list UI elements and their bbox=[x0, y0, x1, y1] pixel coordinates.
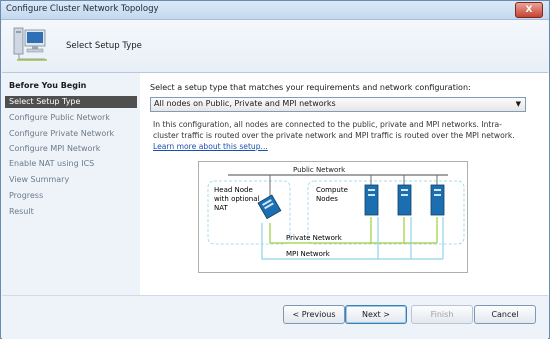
private-network-label: Private Network bbox=[286, 234, 343, 242]
step-progress[interactable]: Progress bbox=[5, 190, 137, 202]
step-configure-public-network[interactable]: Configure Public Network bbox=[5, 112, 137, 124]
compute-nodes-label-line2: Nodes bbox=[316, 195, 338, 203]
setup-type-prompt: Select a setup type that matches your re… bbox=[150, 83, 471, 92]
compute-node-server-icon bbox=[364, 184, 379, 216]
page-title: Select Setup Type bbox=[66, 41, 142, 51]
network-topology-diagram: Public Network Head Node with optional N… bbox=[198, 161, 468, 273]
main-panel: Select a setup type that matches your re… bbox=[140, 73, 549, 295]
step-before-you-begin[interactable]: Before You Begin bbox=[5, 80, 137, 92]
wizard-steps-sidebar: Before You Begin Select Setup Type Confi… bbox=[2, 73, 139, 295]
setup-type-dropdown[interactable]: All nodes on Public, Private and MPI net… bbox=[150, 97, 526, 112]
step-configure-private-network[interactable]: Configure Private Network bbox=[5, 128, 137, 140]
compute-node-server-icon bbox=[430, 184, 445, 216]
next-button[interactable]: Next > bbox=[345, 305, 407, 324]
wizard-window: Configure Cluster Network Topology X Sel… bbox=[0, 0, 550, 339]
learn-more-link[interactable]: Learn more about this setup... bbox=[153, 142, 268, 151]
chevron-down-icon: ▼ bbox=[515, 100, 521, 108]
description-text: In this configuration, all nodes are con… bbox=[153, 120, 515, 140]
setup-description: In this configuration, all nodes are con… bbox=[153, 119, 521, 152]
head-node-label-line1: Head Node bbox=[214, 186, 253, 194]
head-node-label-line2: with optional bbox=[214, 195, 260, 203]
cancel-button[interactable]: Cancel bbox=[474, 305, 536, 324]
step-enable-nat[interactable]: Enable NAT using ICS bbox=[5, 158, 137, 170]
step-select-setup-type[interactable]: Select Setup Type bbox=[5, 96, 137, 108]
wizard-footer: < Previous Next > Finish Cancel bbox=[2, 295, 548, 339]
compute-nodes-label-line1: Compute bbox=[316, 186, 348, 194]
step-result[interactable]: Result bbox=[5, 206, 137, 218]
title-bar: Configure Cluster Network Topology X bbox=[1, 1, 549, 20]
close-button[interactable]: X bbox=[515, 2, 543, 18]
compute-node-server-icon bbox=[397, 184, 412, 216]
window-title: Configure Cluster Network Topology bbox=[6, 4, 159, 14]
computer-network-icon bbox=[13, 27, 47, 61]
step-view-summary[interactable]: View Summary bbox=[5, 174, 137, 186]
previous-button[interactable]: < Previous bbox=[283, 305, 345, 324]
step-configure-mpi-network[interactable]: Configure MPI Network bbox=[5, 143, 137, 155]
diagram-frame bbox=[198, 161, 468, 273]
setup-type-selected: All nodes on Public, Private and MPI net… bbox=[154, 99, 336, 108]
wizard-header: Select Setup Type bbox=[2, 20, 548, 73]
finish-button[interactable]: Finish bbox=[411, 305, 473, 324]
public-network-label: Public Network bbox=[293, 166, 346, 174]
head-node-label-line3: NAT bbox=[214, 204, 228, 212]
mpi-network-label: MPI Network bbox=[286, 250, 331, 258]
